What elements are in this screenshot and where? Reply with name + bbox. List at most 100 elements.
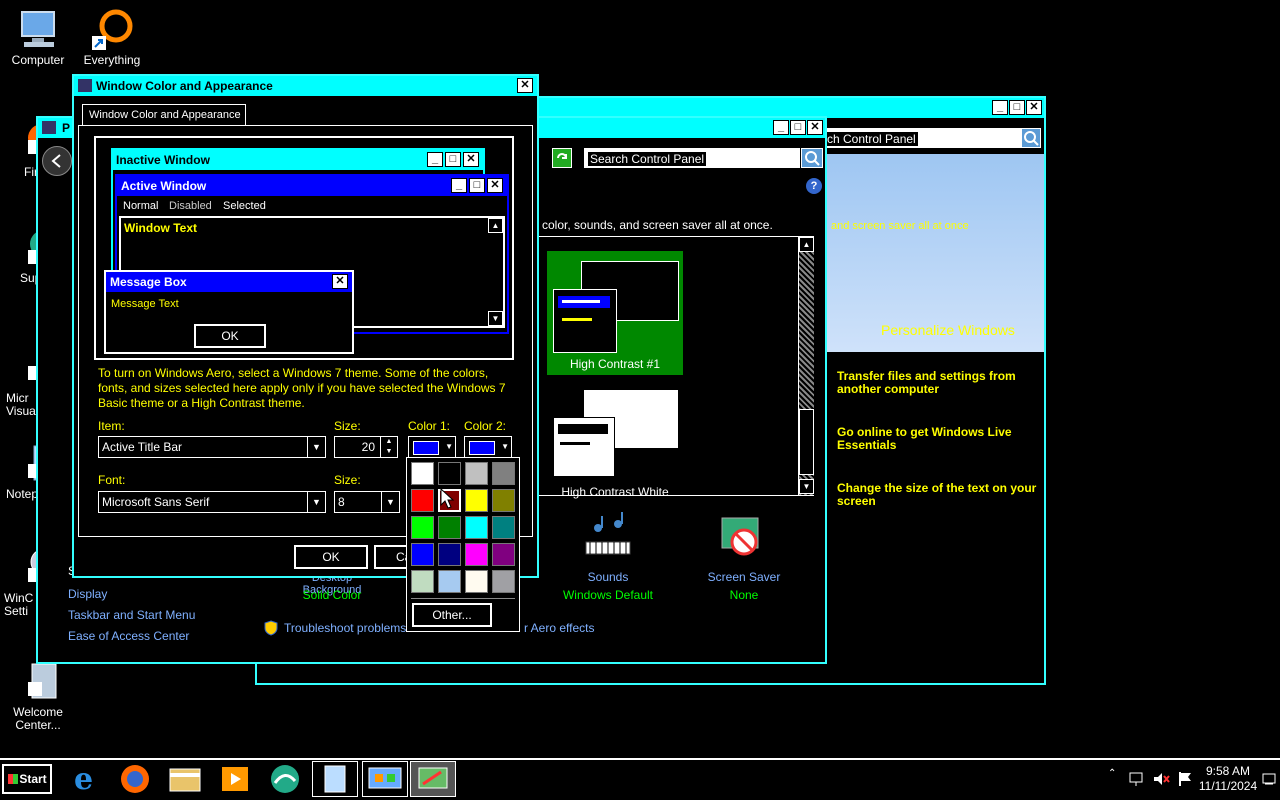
theme-high-contrast-1[interactable]: High Contrast #1: [547, 251, 683, 375]
color-swatch[interactable]: [411, 543, 434, 566]
scrollbar[interactable]: ▲ ▼: [798, 237, 814, 495]
color-swatch[interactable]: [492, 543, 515, 566]
sounds-link[interactable]: Sounds: [558, 570, 658, 584]
theme-high-contrast-white[interactable]: High Contrast White: [547, 383, 683, 499]
desktop-icon-computer[interactable]: Computer: [0, 8, 76, 67]
appearance-icon: [78, 79, 92, 92]
link-aero-effects[interactable]: r Aero effects: [524, 621, 594, 635]
scroll-thumb[interactable]: [799, 409, 814, 475]
taskbar-notepad-icon[interactable]: [312, 761, 358, 797]
color-palette-popup[interactable]: Other...: [406, 457, 520, 632]
show-hidden-icons-button[interactable]: ⌃: [1108, 768, 1120, 788]
color-swatch[interactable]: [492, 489, 515, 512]
other-color-button[interactable]: Other...: [412, 603, 492, 627]
search-input[interactable]: rch Control Panel: [817, 128, 1023, 148]
color-swatch[interactable]: [465, 489, 488, 512]
color-swatch[interactable]: [492, 516, 515, 539]
volume-muted-icon[interactable]: [1152, 770, 1170, 788]
color-swatch[interactable]: [438, 543, 461, 566]
control-panel-icon: [42, 121, 56, 134]
windows-logo-icon: [8, 774, 18, 784]
ok-button[interactable]: OK: [294, 545, 368, 569]
color-swatch[interactable]: [465, 543, 488, 566]
preview-area: Inactive Window _ □ ✕ Active Window _ □ …: [94, 136, 514, 360]
personalize-banner: and screen saver all at once Personalize…: [825, 154, 1044, 352]
color-swatch[interactable]: [411, 489, 434, 512]
link-display[interactable]: Display: [68, 587, 107, 601]
chevron-down-icon: ▼: [307, 492, 325, 512]
link-ease-of-access[interactable]: Ease of Access Center: [68, 629, 189, 643]
desktop-icon-label: Computer: [11, 53, 65, 67]
spinner-icon[interactable]: ▲ ▼: [380, 437, 397, 457]
color-swatch[interactable]: [411, 462, 434, 485]
taskbar-control-panel-icon[interactable]: [362, 761, 408, 797]
refresh-icon[interactable]: [552, 148, 572, 168]
color-swatch[interactable]: [465, 570, 488, 593]
close-button[interactable]: ✕: [517, 78, 533, 93]
network-icon[interactable]: [1128, 770, 1146, 788]
item-size-stepper[interactable]: 20 ▲ ▼: [334, 436, 398, 458]
tab-window-color[interactable]: Window Color and Appearance: [82, 104, 246, 126]
font-size-select[interactable]: 8 ▼: [334, 491, 400, 513]
maximize-button[interactable]: □: [1009, 100, 1025, 115]
taskbar-media-player-icon[interactable]: [212, 761, 258, 797]
desktop-icon-everything[interactable]: Everything: [74, 8, 150, 67]
color-swatch[interactable]: [438, 462, 461, 485]
scroll-up-button[interactable]: ▲: [799, 237, 814, 252]
screen-saver-icon[interactable]: [720, 516, 768, 564]
chevron-down-icon: ▼: [445, 442, 453, 451]
screen-saver-link[interactable]: Screen Saver: [694, 570, 794, 584]
action-center-flag-icon[interactable]: [1176, 770, 1194, 788]
dialog-title-bar[interactable]: Window Color and Appearance: [74, 76, 537, 96]
font-select[interactable]: Microsoft Sans Serif ▼: [98, 491, 326, 513]
chevron-down-icon: ▼: [307, 437, 325, 457]
color-swatch[interactable]: [411, 516, 434, 539]
link-text-size[interactable]: Change the size of the text on your scre…: [837, 482, 1037, 508]
desktop-icon-label: WinC Setti: [4, 591, 34, 618]
computer-icon: [16, 8, 60, 52]
color-swatch[interactable]: [492, 570, 515, 593]
color-swatch[interactable]: [465, 516, 488, 539]
color-swatch[interactable]: [492, 462, 515, 485]
minimize-button[interactable]: _: [992, 100, 1008, 115]
svg-text:e: e: [74, 762, 93, 797]
taskbar-explorer-icon[interactable]: [162, 761, 208, 797]
color1-swatch: [413, 441, 439, 455]
help-icon[interactable]: ?: [806, 178, 822, 194]
show-desktop-icon[interactable]: [1262, 772, 1276, 786]
start-button[interactable]: Start: [2, 764, 52, 794]
color-swatch[interactable]: [411, 570, 434, 593]
shield-icon: [264, 620, 278, 636]
color2-picker[interactable]: ▼: [464, 436, 512, 458]
desktop-icon-welcome-center[interactable]: Welcome Center...: [0, 660, 76, 732]
link-windows-live[interactable]: Go online to get Windows Live Essentials: [837, 426, 1037, 452]
item-select[interactable]: Active Title Bar ▼: [98, 436, 326, 458]
close-button[interactable]: ✕: [1026, 100, 1042, 115]
minimize-button[interactable]: _: [773, 120, 789, 135]
search-icon[interactable]: [1021, 128, 1041, 148]
color-swatch[interactable]: [438, 516, 461, 539]
divider: [411, 598, 515, 599]
clock[interactable]: 9:58 AM 11/11/2024: [1196, 764, 1260, 794]
link-transfer-files[interactable]: Transfer files and settings from another…: [837, 370, 1037, 396]
search-input[interactable]: Search Control Panel: [584, 148, 800, 168]
search-icon[interactable]: [801, 148, 823, 168]
color1-picker[interactable]: ▼: [408, 436, 456, 458]
scroll-down-button[interactable]: ▼: [799, 479, 814, 494]
message-box-preview: Message Box ✕ Message Text OK: [104, 270, 354, 354]
taskbar-app-icon[interactable]: [262, 761, 308, 797]
close-button[interactable]: ✕: [807, 120, 823, 135]
sounds-icon[interactable]: [584, 512, 632, 560]
taskbar-ie-icon[interactable]: e: [62, 761, 108, 797]
taskbar-personalization-icon[interactable]: [410, 761, 456, 797]
maximize-button[interactable]: □: [790, 120, 806, 135]
back-button[interactable]: [42, 146, 72, 176]
desktop-icon-label: Everything: [83, 53, 141, 67]
theme-list[interactable]: High Contrast #1 High Contrast White ▲ ▼: [538, 236, 814, 499]
desktop-icon-label: Micr Visua: [6, 391, 36, 418]
color-swatch[interactable]: [438, 570, 461, 593]
color-swatch[interactable]: [465, 462, 488, 485]
link-troubleshoot[interactable]: Troubleshoot problems wit: [284, 621, 424, 635]
taskbar-firefox-icon[interactable]: [112, 761, 158, 797]
link-taskbar-start-menu[interactable]: Taskbar and Start Menu: [68, 608, 195, 622]
